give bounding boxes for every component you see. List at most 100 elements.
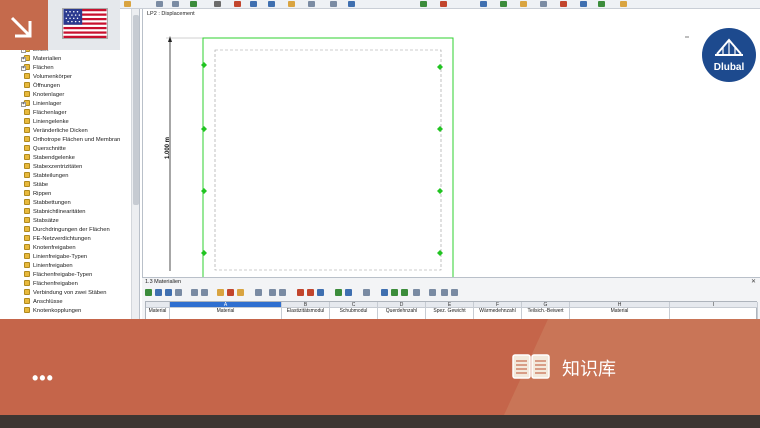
tree-item[interactable]: Stabbettungen xyxy=(24,199,71,208)
toolbar-icon-21[interactable] xyxy=(598,1,605,7)
tree-item[interactable]: Stabnichtlinearitäten xyxy=(24,208,86,217)
tree-item[interactable]: + Flächen xyxy=(21,64,54,73)
table-tool-15[interactable] xyxy=(317,289,324,296)
toolbar-icon-10[interactable] xyxy=(308,1,315,7)
table-tool-22[interactable] xyxy=(413,289,420,296)
tree-item[interactable]: Flächenfreigaben xyxy=(24,280,78,289)
expand-icon[interactable]: + xyxy=(21,66,26,71)
dlubal-logo[interactable]: Dlubal xyxy=(702,28,756,82)
tree-item[interactable]: Durchdringungen der Flächen xyxy=(24,226,110,235)
column-caption: Wärmedehnzahl xyxy=(479,308,516,314)
close-icon[interactable]: ✕ xyxy=(751,278,756,285)
tree-item-label: Materialien xyxy=(33,56,62,62)
tree-item[interactable]: Verbindung von zwei Stäben xyxy=(24,289,106,298)
graphics-viewport[interactable]: LP2 : Displacement 1.000 m xyxy=(142,9,760,277)
toolbar-icon-5[interactable] xyxy=(214,1,221,7)
tree-item[interactable]: Anschlüsse xyxy=(24,298,63,307)
table-tool-16[interactable] xyxy=(335,289,342,296)
table-tool-25[interactable] xyxy=(451,289,458,296)
table-tool-7[interactable] xyxy=(217,289,224,296)
toolbar-icon-13[interactable] xyxy=(420,1,427,7)
tree-item[interactable]: Linienfreigabe-Typen xyxy=(24,253,87,262)
table-tool-24[interactable] xyxy=(441,289,448,296)
tree-item[interactable]: Stabteilungen xyxy=(24,172,68,181)
folder-icon xyxy=(24,154,30,161)
tree-item[interactable]: Knotenfreigaben xyxy=(24,244,76,253)
toolbar-icon-2[interactable] xyxy=(156,1,163,7)
tree-item[interactable]: Flächenlager xyxy=(24,109,67,118)
table-tool-19[interactable] xyxy=(381,289,388,296)
toolbar-icon-7[interactable] xyxy=(250,1,257,7)
tree-item[interactable]: Flächenfreigabe-Typen xyxy=(24,271,92,280)
toolbar-icon-4[interactable] xyxy=(190,1,197,7)
expand-icon[interactable]: + xyxy=(21,102,26,107)
table-tool-17[interactable] xyxy=(345,289,352,296)
tree-item[interactable]: Querschnitte xyxy=(24,145,66,154)
table-tool-21[interactable] xyxy=(401,289,408,296)
toolbar-icon-11[interactable] xyxy=(330,1,337,7)
toolbar-icon-3[interactable] xyxy=(172,1,179,7)
knowledge-base-label[interactable]: 知识库 xyxy=(562,355,616,381)
logo-text: Dlubal xyxy=(713,62,745,73)
table-tool-18[interactable] xyxy=(363,289,370,296)
tree-item[interactable]: + Materialien xyxy=(21,55,62,64)
tree-item[interactable]: Volumenkörper xyxy=(24,73,72,82)
toolbar-icon-17[interactable] xyxy=(520,1,527,7)
table-tool-5[interactable] xyxy=(191,289,198,296)
toolbar-icon-16[interactable] xyxy=(500,1,507,7)
toolbar-icon-14[interactable] xyxy=(440,1,447,7)
tree-item[interactable]: Veränderliche Dicken xyxy=(24,127,88,136)
table-tool-3[interactable] xyxy=(165,289,172,296)
tree-item[interactable]: Linienfreigaben xyxy=(24,262,73,271)
toolbar-icon-22[interactable] xyxy=(620,1,627,7)
toolbar-icon-19[interactable] xyxy=(560,1,567,7)
expand-icon[interactable]: + xyxy=(21,57,26,62)
tree-item[interactable]: Stabsätze xyxy=(24,217,59,226)
tree-item[interactable]: Liniengelenke xyxy=(24,118,69,127)
tree-item[interactable]: Knotenkopplungen xyxy=(24,307,81,316)
tree-item-label: Linienfreigabe-Typen xyxy=(33,254,88,260)
materials-table: Material A Material B Elastizitätsmodul C Sch… xyxy=(145,301,758,321)
table-tool-23[interactable] xyxy=(429,289,436,296)
navigator-scroll-thumb[interactable] xyxy=(133,15,139,205)
table-tool-13[interactable] xyxy=(297,289,304,296)
toolbar-icon-9[interactable] xyxy=(288,1,295,7)
table-tool-8[interactable] xyxy=(227,289,234,296)
tree-item[interactable]: Knotenlager xyxy=(24,91,64,100)
tree-item[interactable]: FE-Netzverdichtungen xyxy=(24,235,91,244)
table-tool-6[interactable] xyxy=(201,289,208,296)
tree-item[interactable]: Stäbe xyxy=(24,181,48,190)
more-button[interactable]: ••• xyxy=(32,369,54,387)
table-tool-2[interactable] xyxy=(155,289,162,296)
tree-item[interactable]: + Linienlager xyxy=(21,100,61,109)
toolbar-icon-1[interactable] xyxy=(124,1,131,7)
toolbar-icon-12[interactable] xyxy=(348,1,355,7)
tree-item[interactable]: Stabendgelenke xyxy=(24,154,75,163)
table-tool-1[interactable] xyxy=(145,289,152,296)
corner-tab[interactable] xyxy=(0,0,48,50)
toolbar-icon-6[interactable] xyxy=(234,1,241,7)
toolbar-icon-8[interactable] xyxy=(268,1,275,7)
tree-item-label: Orthotrope Flächen und Membran xyxy=(33,137,121,143)
folder-icon xyxy=(24,244,30,251)
bottom-banner: ••• 知识库 xyxy=(0,319,760,415)
tree-item[interactable]: Orthotrope Flächen und Membran xyxy=(24,136,120,145)
us-flag-icon[interactable] xyxy=(62,8,108,39)
toolbar-icon-20[interactable] xyxy=(580,1,587,7)
table-tool-20[interactable] xyxy=(391,289,398,296)
tree-item-label: Stabendgelenke xyxy=(33,155,75,161)
column-caption: Querdehnzahl xyxy=(385,308,418,314)
table-tool-9[interactable] xyxy=(237,289,244,296)
toolbar-icon-15[interactable] xyxy=(480,1,487,7)
table-tool-14[interactable] xyxy=(307,289,314,296)
navigator-scrollbar[interactable] xyxy=(131,9,139,319)
toolbar-icon-18[interactable] xyxy=(540,1,547,7)
tree-item[interactable]: Stabexzentrizitäten xyxy=(24,163,82,172)
table-tool-10[interactable] xyxy=(255,289,262,296)
tree-item-label: Stabnichtlinearitäten xyxy=(33,209,86,215)
tree-item[interactable]: Öffnungen xyxy=(24,82,60,91)
table-tool-4[interactable] xyxy=(175,289,182,296)
table-tool-12[interactable] xyxy=(279,289,286,296)
table-tool-11[interactable] xyxy=(269,289,276,296)
tree-item[interactable]: Rippen xyxy=(24,190,51,199)
